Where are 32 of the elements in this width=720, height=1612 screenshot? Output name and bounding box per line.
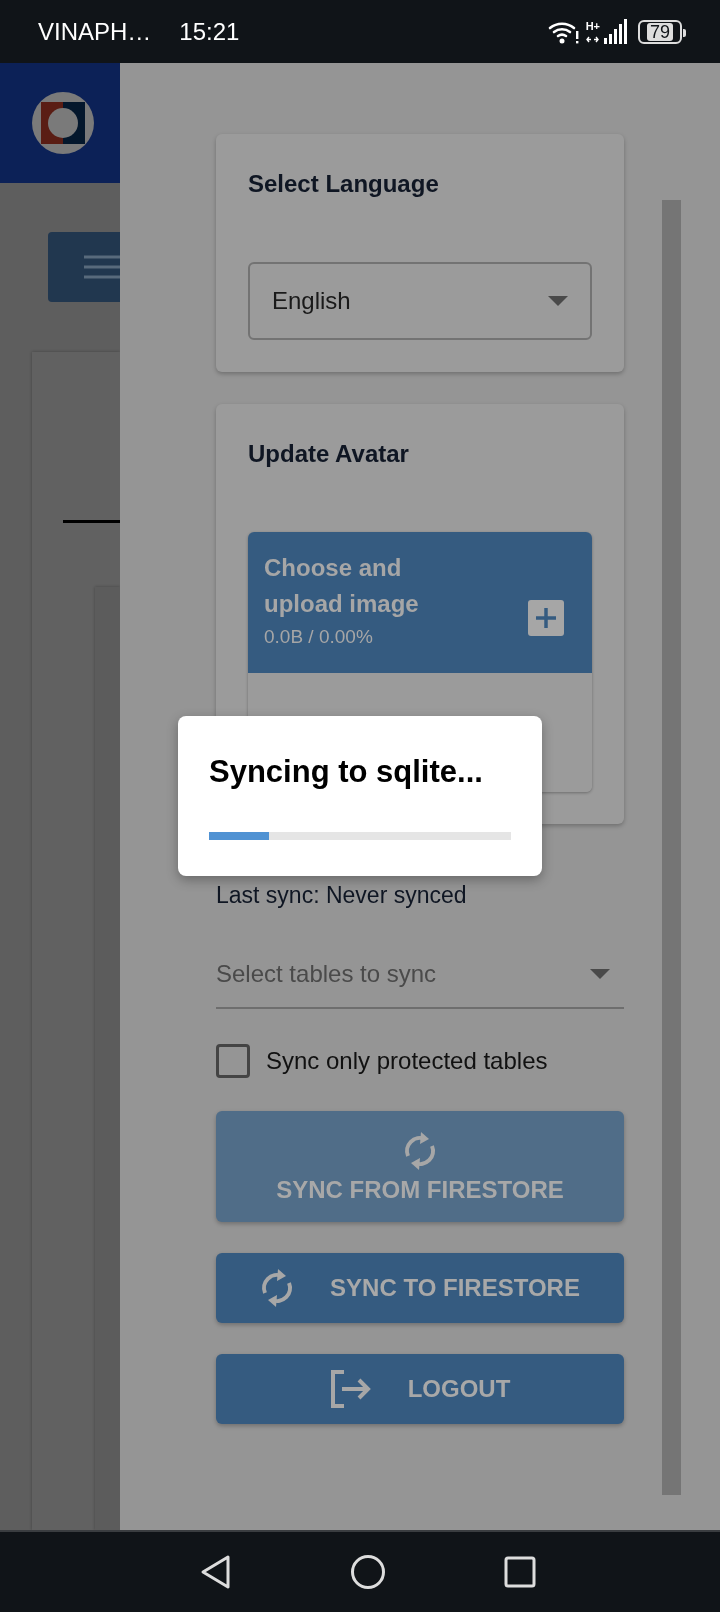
recents-icon[interactable] <box>504 1556 536 1588</box>
action-button[interactable]: LOGOUT <box>216 1354 624 1424</box>
logout-icon <box>329 1370 372 1408</box>
add-button[interactable] <box>528 600 564 636</box>
last-sync-text: Last sync: Never synced <box>216 882 468 908</box>
home-icon[interactable] <box>350 1554 386 1590</box>
data-arrows-icon <box>585 34 599 44</box>
tables-dropdown[interactable]: Select tables to sync <box>216 940 624 1009</box>
upload-label: Choose and upload image <box>264 553 420 619</box>
clock-time: 15:21 <box>179 17 240 46</box>
checkbox-label: Sync only protected tables <box>266 1047 548 1075</box>
battery-level: 79 <box>647 22 673 41</box>
logo-icon <box>31 91 95 155</box>
language-dropdown[interactable]: English <box>248 262 592 340</box>
upload-size-text: 0.0B / 0.00% <box>264 626 374 648</box>
menu-button[interactable] <box>48 232 120 302</box>
back-icon[interactable] <box>200 1554 232 1590</box>
sync-icon <box>260 1267 295 1309</box>
sync-icon <box>403 1129 437 1172</box>
caret-icon <box>548 296 568 306</box>
menu-icon <box>84 253 120 280</box>
carrier-name: VINAPH… <box>38 17 152 46</box>
card-title: Update Avatar <box>248 440 410 468</box>
plus-icon <box>535 607 557 629</box>
card-title: Select Language <box>248 170 440 198</box>
tab-indicator <box>63 520 120 523</box>
network-type: H+ <box>585 19 600 32</box>
scrollbar[interactable] <box>662 200 681 1495</box>
signal-icon <box>602 17 628 46</box>
checkbox[interactable] <box>216 1044 250 1078</box>
action-button[interactable]: SYNC TO FIRESTORE <box>216 1253 624 1323</box>
caret-icon <box>590 968 610 979</box>
